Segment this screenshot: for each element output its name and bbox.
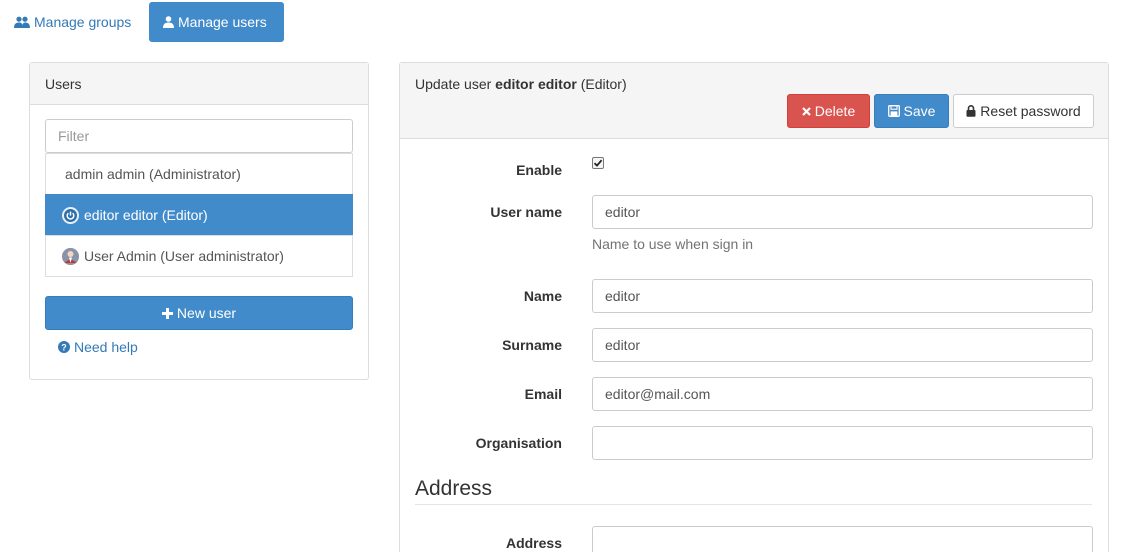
enable-label: Enable: [516, 162, 562, 178]
power-icon: [62, 206, 79, 224]
users-panel-header: Users: [30, 63, 368, 105]
manage-groups-label: Manage groups: [34, 14, 132, 30]
user-list-item-editor[interactable]: editor editor (Editor): [45, 194, 353, 236]
user-list-item-admin[interactable]: admin admin (Administrator): [45, 153, 353, 195]
plus-icon: [161, 307, 173, 319]
edit-user-title: Update user editor editor (Editor): [415, 76, 627, 92]
svg-text:?: ?: [61, 343, 67, 353]
filter-input[interactable]: [45, 119, 353, 153]
user-list-item-label: admin admin (Administrator): [65, 166, 241, 182]
title-prefix: Update user: [415, 76, 492, 92]
floppy-disk-icon: [887, 105, 900, 117]
user-list-item-label: editor editor (Editor): [84, 207, 208, 223]
check-icon: [593, 159, 603, 167]
users-panel: Users admin admin (Administrator) editor…: [29, 62, 369, 380]
manage-users-label: Manage users: [178, 14, 267, 30]
save-button[interactable]: Save: [874, 94, 949, 128]
users-panel-title: Users: [45, 76, 82, 92]
users-icon: [14, 16, 30, 29]
title-user-name: editor editor: [495, 76, 577, 92]
need-help-label: Need help: [74, 339, 138, 355]
email-input[interactable]: editor@mail.com: [592, 377, 1093, 411]
address-section-title: Address: [415, 477, 493, 500]
enable-checkbox[interactable]: [592, 157, 604, 169]
surname-label: Surname: [502, 337, 562, 353]
save-label: Save: [903, 103, 936, 119]
need-help-link[interactable]: ? Need help: [58, 339, 138, 355]
user-list-item-label: User Admin (User administrator): [84, 248, 284, 264]
name-input[interactable]: editor: [592, 279, 1093, 313]
organisation-input[interactable]: [592, 426, 1093, 460]
surname-input[interactable]: editor: [592, 328, 1093, 362]
delete-label: Delete: [814, 103, 856, 119]
times-icon: [801, 106, 811, 116]
address-section-divider: [415, 504, 1092, 505]
manage-users-tab[interactable]: Manage users: [149, 2, 284, 42]
address-label: Address: [505, 535, 562, 551]
new-user-label: New user: [176, 305, 237, 321]
title-user-role: (Editor): [580, 76, 627, 92]
lock-icon: [966, 105, 976, 117]
reset-password-button[interactable]: Reset password: [953, 94, 1094, 128]
address-input[interactable]: [592, 526, 1093, 552]
user-list-item-useradmin[interactable]: User Admin (User administrator): [45, 235, 353, 277]
question-circle-icon: ?: [58, 341, 70, 353]
user-avatar-icon: [62, 247, 79, 265]
username-label: User name: [490, 204, 562, 220]
username-input[interactable]: editor: [592, 195, 1093, 229]
delete-button[interactable]: Delete: [787, 94, 870, 128]
new-user-button[interactable]: New user: [45, 296, 353, 330]
manage-groups-link[interactable]: Manage groups: [0, 2, 145, 42]
organisation-label: Organisation: [475, 435, 562, 451]
user-icon: [163, 16, 174, 28]
reset-password-label: Reset password: [980, 103, 1081, 119]
name-label: Name: [523, 288, 562, 304]
email-label: Email: [524, 386, 562, 402]
username-help-text: Name to use when sign in: [592, 236, 754, 252]
